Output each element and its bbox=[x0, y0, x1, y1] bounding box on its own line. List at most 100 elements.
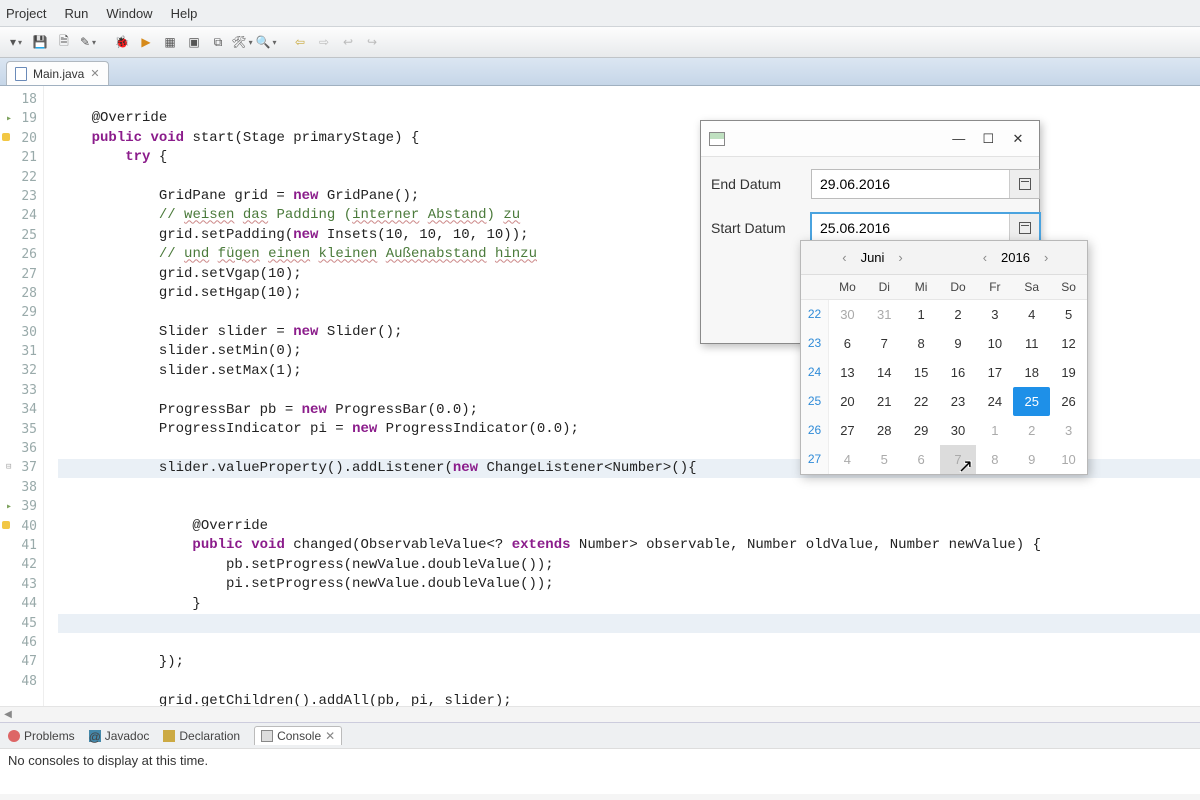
end-date-field[interactable] bbox=[811, 169, 1040, 199]
end-date-input[interactable] bbox=[812, 170, 1009, 198]
line-number: 40 bbox=[0, 517, 37, 536]
save-icon[interactable]: 💾 bbox=[30, 32, 50, 52]
close-button[interactable]: ✕ bbox=[1005, 128, 1031, 150]
day-cell[interactable]: 8 bbox=[903, 329, 940, 358]
day-cell[interactable]: 4 bbox=[829, 445, 866, 474]
view-javadoc[interactable]: @Javadoc bbox=[89, 729, 150, 743]
day-cell[interactable]: 3 bbox=[1050, 416, 1087, 445]
day-cell[interactable]: 29 bbox=[903, 416, 940, 445]
day-cell[interactable]: 18 bbox=[1013, 358, 1050, 387]
year-label: 2016 bbox=[1001, 250, 1030, 265]
view-declaration[interactable]: Declaration bbox=[163, 729, 240, 743]
line-number: 47 bbox=[0, 652, 37, 671]
prev-month-button[interactable]: ‹ bbox=[838, 250, 850, 265]
view-problems[interactable]: Problems bbox=[8, 729, 75, 743]
day-cell[interactable]: 27 bbox=[829, 416, 866, 445]
week-number: 26 bbox=[801, 416, 829, 445]
day-cell[interactable]: 19 bbox=[1050, 358, 1087, 387]
day-cell[interactable]: 28 bbox=[866, 416, 903, 445]
end-date-calendar-button[interactable] bbox=[1009, 170, 1039, 198]
day-cell[interactable]: 12 bbox=[1050, 329, 1087, 358]
next-month-button[interactable]: › bbox=[894, 250, 906, 265]
view-console[interactable]: Console ✕ bbox=[254, 726, 342, 745]
start-date-input[interactable] bbox=[812, 214, 1009, 242]
day-cell[interactable]: 14 bbox=[866, 358, 903, 387]
date-picker-popup: ‹ Juni › ‹ 2016 › MoDiMiDoFrSaSo 2230311… bbox=[800, 240, 1088, 475]
day-cell[interactable]: 5 bbox=[866, 445, 903, 474]
day-cell[interactable]: 17 bbox=[976, 358, 1013, 387]
nav-fwd-icon[interactable]: ↪ bbox=[362, 32, 382, 52]
new-icon[interactable]: ▾ bbox=[6, 32, 26, 52]
day-cell[interactable]: 6 bbox=[829, 329, 866, 358]
close-tab-icon[interactable]: ✕ bbox=[90, 67, 99, 80]
line-number: 31 bbox=[0, 342, 37, 361]
tab-main-java[interactable]: Main.java ✕ bbox=[6, 61, 109, 85]
day-cell[interactable]: 10 bbox=[976, 329, 1013, 358]
day-cell[interactable]: 7 bbox=[940, 445, 977, 474]
day-cell[interactable]: 5 bbox=[1050, 300, 1087, 329]
line-number: 21 bbox=[0, 148, 37, 167]
line-number: 32 bbox=[0, 361, 37, 380]
day-cell[interactable]: 1 bbox=[903, 300, 940, 329]
day-cell[interactable]: 16 bbox=[940, 358, 977, 387]
day-cell[interactable]: 20 bbox=[829, 387, 866, 416]
prev-year-button[interactable]: ‹ bbox=[979, 250, 991, 265]
close-view-icon[interactable]: ✕ bbox=[325, 729, 335, 743]
day-cell[interactable]: 24 bbox=[976, 387, 1013, 416]
save-all-icon[interactable]: 🗎 bbox=[54, 32, 74, 52]
horizontal-scrollbar[interactable]: ◀ bbox=[0, 706, 1200, 722]
java-file-icon bbox=[15, 67, 27, 81]
run-icon[interactable]: ▶ bbox=[136, 32, 156, 52]
day-cell[interactable]: 13 bbox=[829, 358, 866, 387]
start-date-field[interactable] bbox=[811, 213, 1040, 243]
day-cell[interactable]: 25 bbox=[1013, 387, 1050, 416]
start-date-label: Start Datum bbox=[711, 220, 803, 236]
minimize-button[interactable]: — bbox=[946, 127, 972, 149]
day-cell[interactable]: 2 bbox=[1013, 416, 1050, 445]
external-icon[interactable]: ⧉ bbox=[208, 32, 228, 52]
menu-help[interactable]: Help bbox=[171, 6, 198, 21]
menu-window[interactable]: Window bbox=[106, 6, 152, 21]
dialog-titlebar[interactable]: — ☐ ✕ bbox=[701, 121, 1039, 157]
coverage-icon[interactable]: ▦ bbox=[160, 32, 180, 52]
day-cell[interactable]: 15 bbox=[903, 358, 940, 387]
maximize-button[interactable]: ☐ bbox=[975, 128, 1001, 150]
day-cell[interactable]: 9 bbox=[1013, 445, 1050, 474]
back-icon[interactable]: ⇦ bbox=[290, 32, 310, 52]
day-cell[interactable]: 26 bbox=[1050, 387, 1087, 416]
start-date-calendar-button[interactable] bbox=[1009, 214, 1039, 242]
day-cell[interactable]: 6 bbox=[903, 445, 940, 474]
day-cell[interactable]: 22 bbox=[903, 387, 940, 416]
day-cell[interactable]: 8 bbox=[976, 445, 1013, 474]
forward-icon[interactable]: ⇨ bbox=[314, 32, 334, 52]
day-cell[interactable]: 2 bbox=[940, 300, 977, 329]
menu-project[interactable]: Project bbox=[6, 6, 46, 21]
search-icon[interactable]: 🔍 bbox=[256, 32, 276, 52]
day-cell[interactable]: 9 bbox=[940, 329, 977, 358]
nav-back-icon[interactable]: ↩ bbox=[338, 32, 358, 52]
day-cell[interactable]: 3 bbox=[976, 300, 1013, 329]
day-cell[interactable]: 31 bbox=[866, 300, 903, 329]
day-cell[interactable]: 11 bbox=[1013, 329, 1050, 358]
brush-icon[interactable]: ✎ bbox=[78, 32, 98, 52]
day-cell[interactable]: 30 bbox=[829, 300, 866, 329]
line-number: 26 bbox=[0, 245, 37, 264]
menu-run[interactable]: Run bbox=[64, 6, 88, 21]
stop-icon[interactable]: ▣ bbox=[184, 32, 204, 52]
day-cell[interactable]: 23 bbox=[940, 387, 977, 416]
day-cell[interactable]: 30 bbox=[940, 416, 977, 445]
day-cell[interactable]: 10 bbox=[1050, 445, 1087, 474]
line-number: 18 bbox=[0, 90, 37, 109]
next-year-button[interactable]: › bbox=[1040, 250, 1052, 265]
day-cell[interactable]: 4 bbox=[1013, 300, 1050, 329]
day-cell[interactable]: 21 bbox=[866, 387, 903, 416]
line-number: 20 bbox=[0, 129, 37, 148]
day-cell[interactable]: 1 bbox=[976, 416, 1013, 445]
line-number: 37 bbox=[0, 458, 37, 477]
build-icon[interactable]: 🛠 bbox=[232, 32, 252, 52]
day-cell[interactable]: 7 bbox=[866, 329, 903, 358]
week-number: 23 bbox=[801, 329, 829, 358]
debug-icon[interactable]: 🐞 bbox=[112, 32, 132, 52]
line-number: 28 bbox=[0, 284, 37, 303]
dow-cell: Mo bbox=[829, 275, 866, 299]
